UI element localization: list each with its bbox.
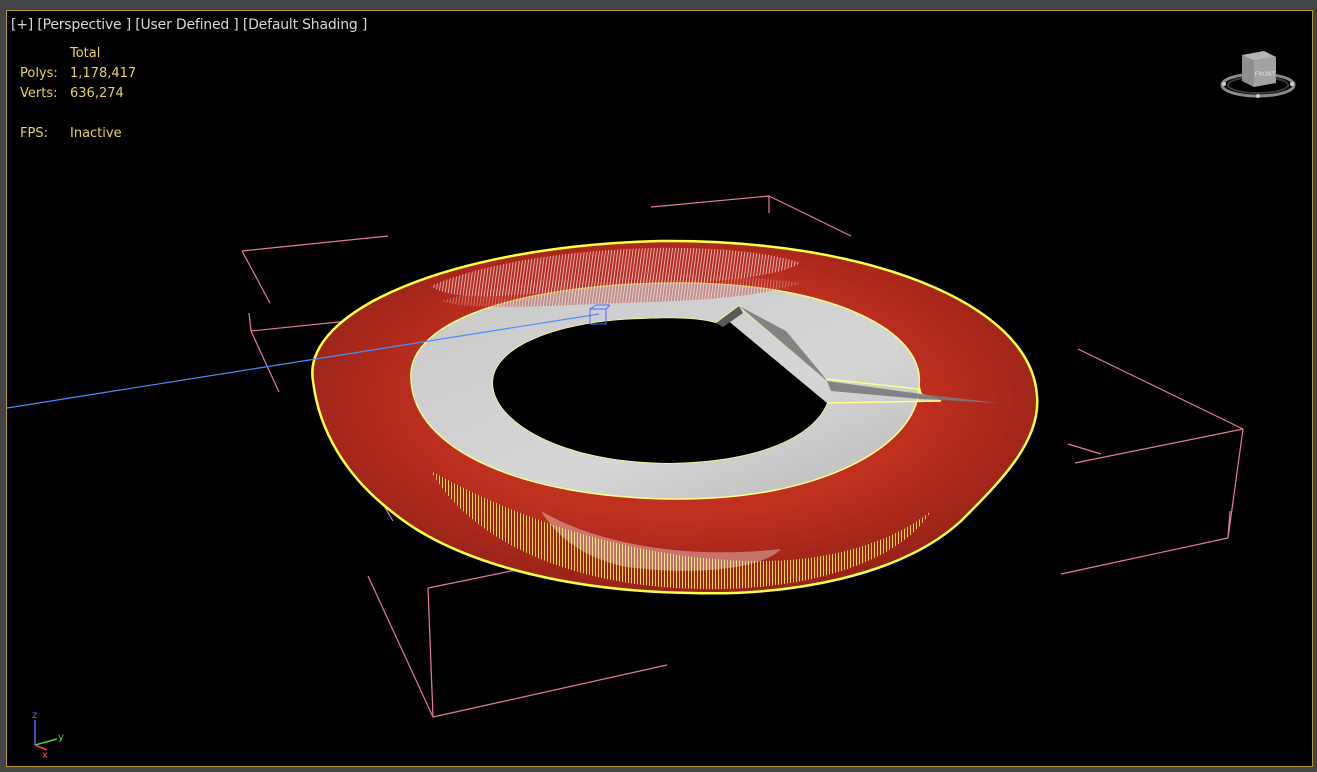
axis-tripod-icon: z y x (32, 710, 64, 760)
perspective-viewport[interactable]: [+] [Perspective ] [User Defined ] [Defa… (6, 10, 1313, 767)
axis-y-label: y (58, 732, 64, 743)
axis-z-label: z (32, 710, 37, 721)
max-window-frame: [+] [Perspective ] [User Defined ] [Defa… (0, 0, 1317, 772)
scene-render[interactable] (6, 10, 1313, 767)
viewcube-face-label: FRONT (1255, 71, 1276, 78)
axis-x-label: x (42, 750, 48, 760)
viewcube-icon[interactable]: FRONT (1218, 43, 1298, 103)
